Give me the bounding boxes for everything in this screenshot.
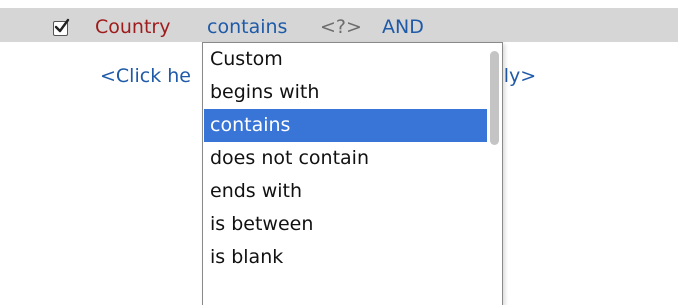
filter-editor: Country contains <?> AND <Click heapply>… (0, 0, 678, 305)
join-operator-link[interactable]: AND (382, 15, 424, 39)
dropdown-scrollbar[interactable] (487, 43, 502, 305)
option-begins-with[interactable]: begins with (204, 76, 487, 109)
operator-link[interactable]: contains (207, 15, 287, 39)
click-hint-left: <Click he (100, 65, 191, 87)
option-is-blank[interactable]: is blank (204, 241, 487, 274)
field-name[interactable]: Country (95, 15, 170, 39)
option-does-not-contain[interactable]: does not contain (204, 142, 487, 175)
checkmark-icon (54, 18, 70, 33)
scrollbar-thumb[interactable] (490, 51, 499, 145)
option-is-between[interactable]: is between (204, 208, 487, 241)
operator-dropdown[interactable]: Custom begins with contains does not con… (202, 42, 503, 305)
operand-placeholder[interactable]: <?> (320, 15, 362, 39)
option-custom[interactable]: Custom (204, 43, 487, 76)
option-ends-with[interactable]: ends with (204, 175, 487, 208)
option-contains[interactable]: contains (204, 109, 487, 142)
filter-enabled-checkbox[interactable] (53, 18, 70, 36)
